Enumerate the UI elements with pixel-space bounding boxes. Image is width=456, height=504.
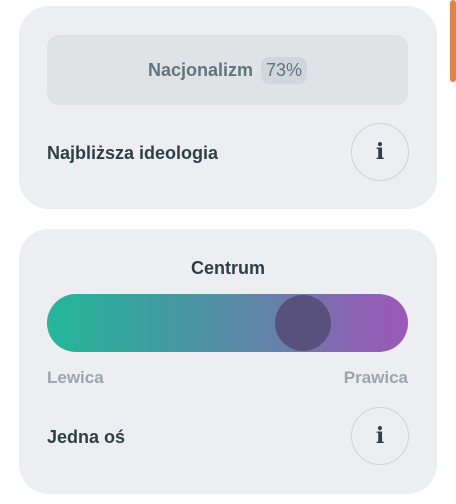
single-axis-label: Jedna oś	[47, 427, 126, 447]
closest-ideology-label: Najbliższa ideologia	[47, 143, 219, 163]
scroll-indicator[interactable]	[450, 0, 456, 82]
ideology-card: Nacjonalizm 73% Najbliższa ideologia i	[19, 6, 437, 209]
axis-gradient-bar	[47, 294, 408, 352]
closest-ideology-result: Nacjonalizm 73%	[47, 35, 408, 105]
closest-ideology-info-button[interactable]: i	[351, 123, 409, 181]
single-axis-info-button[interactable]: i	[351, 407, 409, 465]
single-axis-card: Centrum Lewica Prawica Jedna oś i	[19, 229, 437, 494]
axis-result-title: Centrum	[190, 258, 265, 278]
axis-left-label: Lewica	[47, 368, 104, 387]
ideology-name: Nacjonalizm	[147, 59, 253, 80]
screen: Nacjonalizm 73% Najbliższa ideologia i C…	[0, 0, 456, 504]
ideology-percent-badge: 73%	[261, 56, 308, 84]
axis-right-label: Prawica	[343, 368, 408, 387]
info-icon: i	[375, 423, 385, 449]
axis-position-marker	[275, 295, 332, 351]
info-icon: i	[375, 139, 385, 165]
